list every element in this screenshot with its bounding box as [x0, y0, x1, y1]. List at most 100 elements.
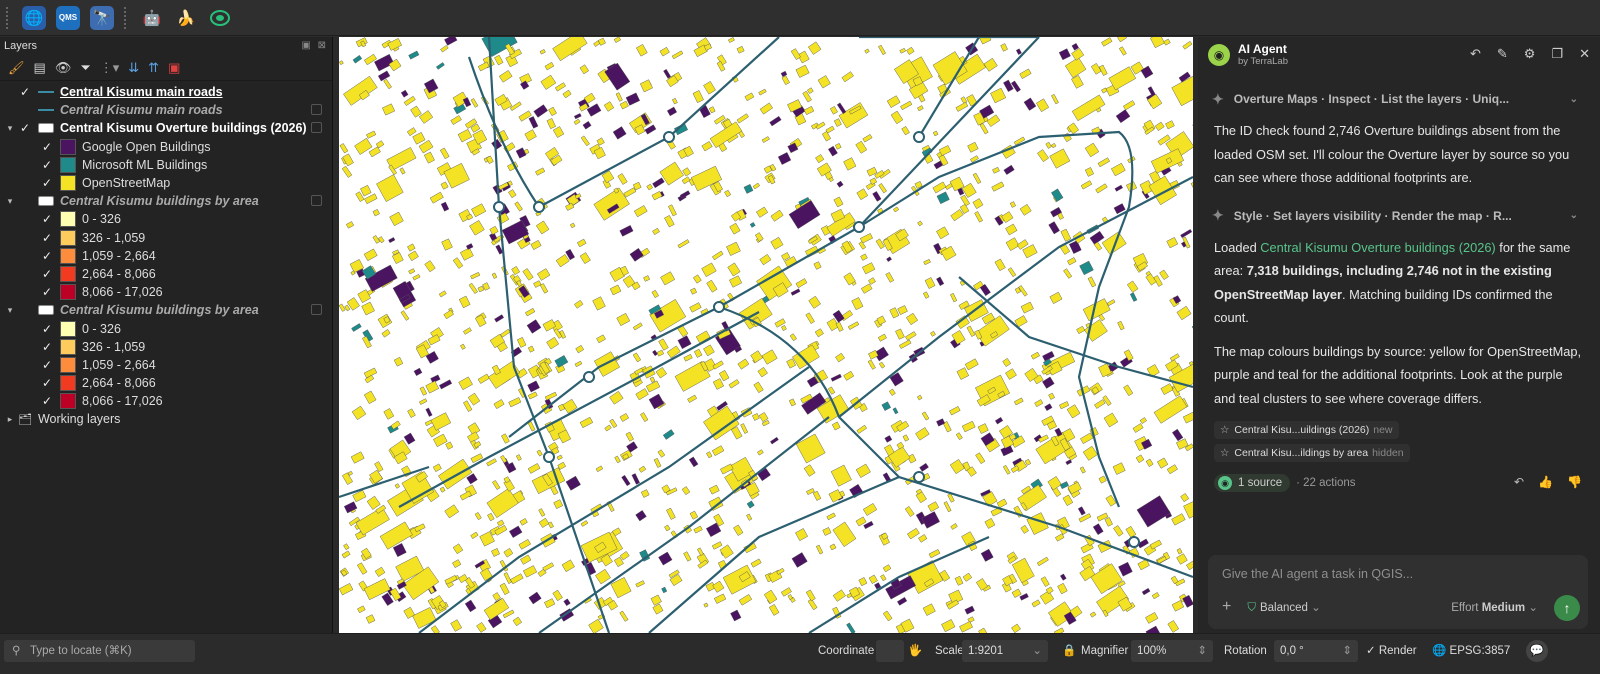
remove-layer-icon[interactable]: ▣ — [168, 60, 180, 76]
layer-tree-item[interactable]: ▾✓ Central Kisumu buildings by area — [0, 192, 332, 210]
chevron-down-icon[interactable]: ⌄ — [1570, 94, 1578, 105]
visibility-checkbox[interactable]: ✓ — [18, 121, 32, 135]
thumbs-down-icon[interactable]: 👎 — [1567, 475, 1582, 489]
banana-icon[interactable]: 🍌 — [174, 6, 198, 30]
layer-tree-item[interactable]: ✓ 1,059 - 2,664 — [0, 247, 332, 265]
scale-field[interactable]: 1:9201 ⌄ — [962, 640, 1048, 662]
layer-tree-item[interactable]: ✓ Central Kisumu main roads — [0, 83, 332, 101]
visibility-checkbox[interactable]: ✓ — [18, 303, 32, 317]
chevron-down-icon[interactable]: ▾ — [2, 305, 18, 316]
retry-icon[interactable]: ↶ — [1514, 475, 1524, 489]
chevron-down-icon[interactable]: ▾ — [2, 196, 18, 207]
magnifier-field[interactable]: 100% ⇕ — [1131, 640, 1213, 662]
visibility-checkbox[interactable]: ✓ — [40, 140, 54, 154]
visibility-checkbox[interactable]: ✓ — [18, 103, 32, 117]
step-collapsed-2[interactable]: ✦ Style · Set layers visibility · Render… — [1212, 204, 1586, 228]
visibility-checkbox[interactable]: ✓ — [40, 249, 54, 263]
layer-tree-item[interactable]: ✓ 2,664 - 8,066 — [0, 374, 332, 392]
chevron-right-icon[interactable]: ▸ — [2, 414, 18, 425]
robot-icon[interactable]: 🤖 — [140, 6, 164, 30]
layer-indicator-icon[interactable] — [311, 195, 322, 207]
chevron-down-icon[interactable]: ▾ — [2, 123, 18, 134]
close-icon[interactable]: ✕ — [1579, 46, 1590, 62]
messages-icon[interactable]: 💬 — [1526, 640, 1548, 662]
building-footprint — [916, 394, 923, 401]
rotation-field[interactable]: 0,0 ° ⇕ — [1274, 640, 1358, 662]
layer-link[interactable]: Central Kisumu Overture buildings (2026) — [1260, 240, 1495, 255]
building-footprint — [759, 254, 772, 266]
toolbar-grip-2[interactable] — [124, 6, 128, 29]
sources-button[interactable]: ◉ 1 source — [1214, 474, 1291, 492]
visibility-checkbox[interactable]: ✓ — [40, 376, 54, 390]
task-input[interactable]: Give the AI agent a task in QGIS... — [1222, 567, 1413, 581]
expand-all-icon[interactable]: ⇊ — [128, 60, 139, 76]
toolbar-grip[interactable] — [6, 6, 10, 29]
add-attachment-icon[interactable]: + — [1222, 598, 1231, 616]
popout-icon[interactable]: ❐ — [1551, 46, 1563, 62]
pan-map-icon[interactable]: 🖐 — [908, 640, 922, 662]
visibility-checkbox[interactable]: ✓ — [18, 85, 32, 99]
layer-tree-item[interactable]: ✓ OpenStreetMap — [0, 174, 332, 192]
filter-legend-icon[interactable]: ⏷ — [80, 60, 90, 76]
thumbs-up-icon[interactable]: 👍 — [1538, 475, 1553, 489]
lock-icon[interactable]: 🔒 — [1062, 640, 1076, 662]
layer-tree-item[interactable]: ✓ 8,066 - 17,026 — [0, 392, 332, 410]
effort-select[interactable]: Effort Medium ⌄ — [1451, 600, 1538, 614]
map-canvas[interactable] — [339, 37, 1193, 633]
layer-tree-item[interactable]: ✓ Microsoft ML Buildings — [0, 156, 332, 174]
manage-visibility-icon[interactable]: 👁 — [55, 60, 72, 76]
layer-tree-item[interactable]: ✓ 0 - 326 — [0, 319, 332, 337]
chevron-down-icon[interactable]: ⌄ — [1570, 210, 1578, 221]
filter-by-expression-icon[interactable]: ⋮▾ — [100, 60, 120, 76]
layer-indicator-icon[interactable] — [311, 122, 322, 134]
layer-tree-item[interactable]: ✓ 1,059 - 2,664 — [0, 356, 332, 374]
layer-tree-item[interactable]: ✓ Central Kisumu main roads — [0, 101, 332, 119]
layer-tree-item[interactable]: ▾ ✓ Central Kisumu Overture buildings (202… — [0, 119, 332, 137]
visibility-checkbox[interactable]: ✓ — [40, 212, 54, 226]
add-group-icon[interactable]: ▤ — [34, 60, 46, 76]
style-manager-icon[interactable]: 🖌 — [8, 60, 25, 76]
layer-tree-item[interactable]: ✓ 326 - 1,059 — [0, 229, 332, 247]
crs-button[interactable]: 🌐 EPSG:3857 — [1432, 640, 1510, 662]
layer-tree-item[interactable]: ▸ 🗂 Working layers — [0, 410, 332, 428]
visibility-checkbox[interactable]: ✓ — [40, 358, 54, 372]
gear-icon[interactable]: ⚙ — [1524, 46, 1536, 62]
layer-tree-item[interactable]: ✓ 326 - 1,059 — [0, 338, 332, 356]
visibility-checkbox[interactable]: ✓ — [40, 340, 54, 354]
layer-tree-item[interactable]: ✓ Google Open Buildings — [0, 138, 332, 156]
mode-select[interactable]: ⛉ Balanced ⌄ — [1247, 600, 1320, 615]
actions-count[interactable]: · 22 actions — [1296, 477, 1355, 489]
visibility-checkbox[interactable]: ✓ — [40, 394, 54, 408]
new-chat-icon[interactable]: ✎ — [1497, 46, 1508, 62]
layer-tree-item[interactable]: ✓ 0 - 326 — [0, 210, 332, 228]
render-checkbox[interactable]: ✓ Render — [1366, 640, 1417, 662]
collapse-all-icon[interactable]: ⇈ — [148, 60, 159, 76]
layer-tree-item[interactable]: ▾✓ Central Kisumu buildings by area — [0, 301, 332, 319]
layer-tree-item[interactable]: ✓ 2,664 - 8,066 — [0, 265, 332, 283]
layer-indicator-icon[interactable] — [311, 104, 322, 116]
layer-tree-item[interactable]: ✓ 8,066 - 17,026 — [0, 283, 332, 301]
building-footprint — [790, 288, 801, 296]
layer-chip-by-area[interactable]: ☆ Central Kisu...ildings by area hidden — [1214, 444, 1410, 462]
visibility-checkbox[interactable]: ✓ — [40, 231, 54, 245]
visibility-checkbox[interactable]: ✓ — [40, 267, 54, 281]
locator-input[interactable]: ⚲ Type to locate (⌘K) — [4, 640, 195, 662]
visibility-checkbox[interactable]: ✓ — [18, 194, 32, 208]
visibility-checkbox[interactable]: ✓ — [40, 285, 54, 299]
visibility-checkbox[interactable]: ✓ — [40, 158, 54, 172]
globe-binoculars-icon[interactable]: 🔭 — [90, 5, 114, 30]
step-collapsed-1[interactable]: ✦ Overture Maps · Inspect · List the lay… — [1212, 87, 1586, 111]
qms-icon[interactable]: QMS — [56, 5, 80, 30]
undo-icon[interactable]: ↶ — [1470, 46, 1481, 62]
terralab-icon[interactable] — [208, 6, 232, 30]
building-footprint — [535, 167, 546, 176]
layer-chip-overture[interactable]: ☆ Central Kisu...uildings (2026) new — [1214, 421, 1399, 439]
send-button[interactable]: ↑ — [1554, 595, 1580, 621]
globe-add-icon[interactable]: 🌐 — [22, 5, 46, 30]
coordinate-field[interactable] — [876, 640, 904, 662]
layer-indicator-icon[interactable] — [311, 304, 322, 316]
visibility-checkbox[interactable]: ✓ — [40, 322, 54, 336]
panel-float-close-icons[interactable]: ▣ ⊠ — [301, 40, 328, 51]
map-render[interactable] — [339, 37, 1193, 633]
visibility-checkbox[interactable]: ✓ — [40, 176, 54, 190]
